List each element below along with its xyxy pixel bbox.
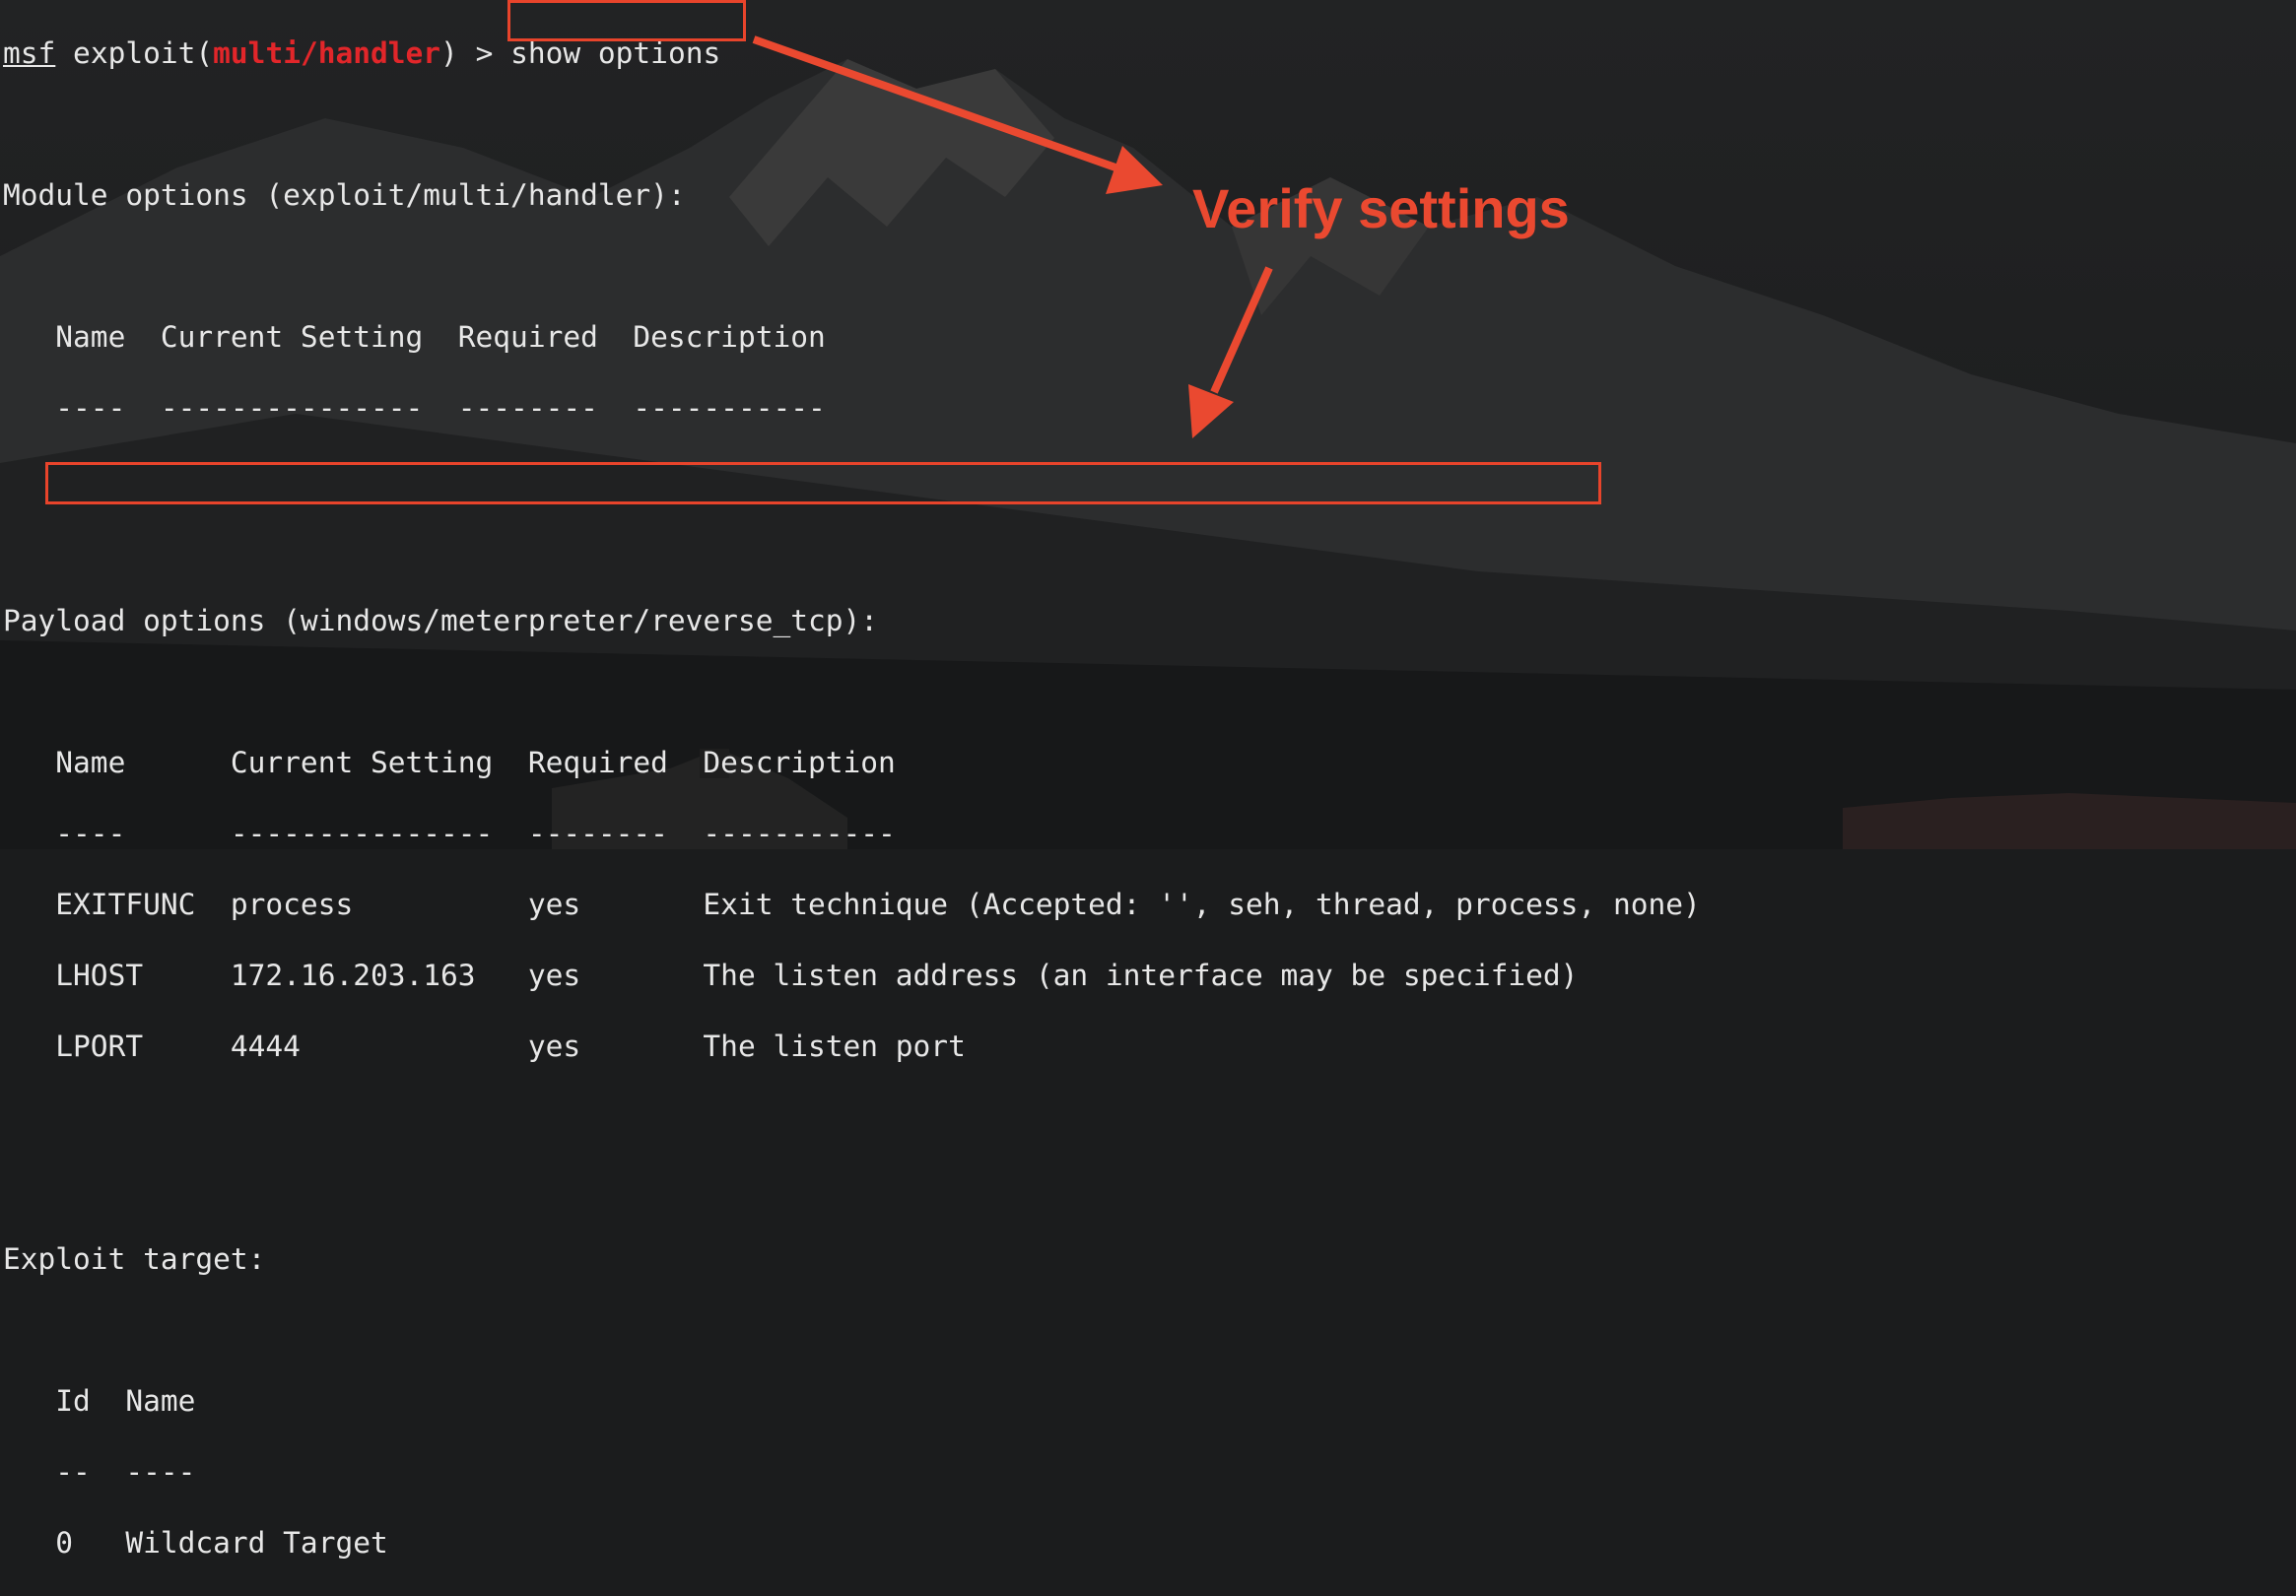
exploit-target-rule: -- ---- — [3, 1455, 196, 1489]
payload-row-lport: LPORT 4444 yes The listen port — [3, 1030, 966, 1063]
exploit-target-header: Id Name — [3, 1384, 196, 1418]
annotation-arrows — [752, 35, 1273, 438]
payload-row-lhost: LHOST 172.16.203.163 yes The listen addr… — [3, 959, 1579, 992]
exploit-target-row: 0 Wildcard Target — [3, 1526, 388, 1560]
arrow-to-callout-icon — [752, 35, 1163, 194]
arrow-to-lhost-icon — [1188, 266, 1273, 438]
exploit-target-heading: Exploit target: — [3, 1242, 266, 1276]
payload-row-exitfunc: EXITFUNC process yes Exit technique (Acc… — [3, 888, 1701, 921]
